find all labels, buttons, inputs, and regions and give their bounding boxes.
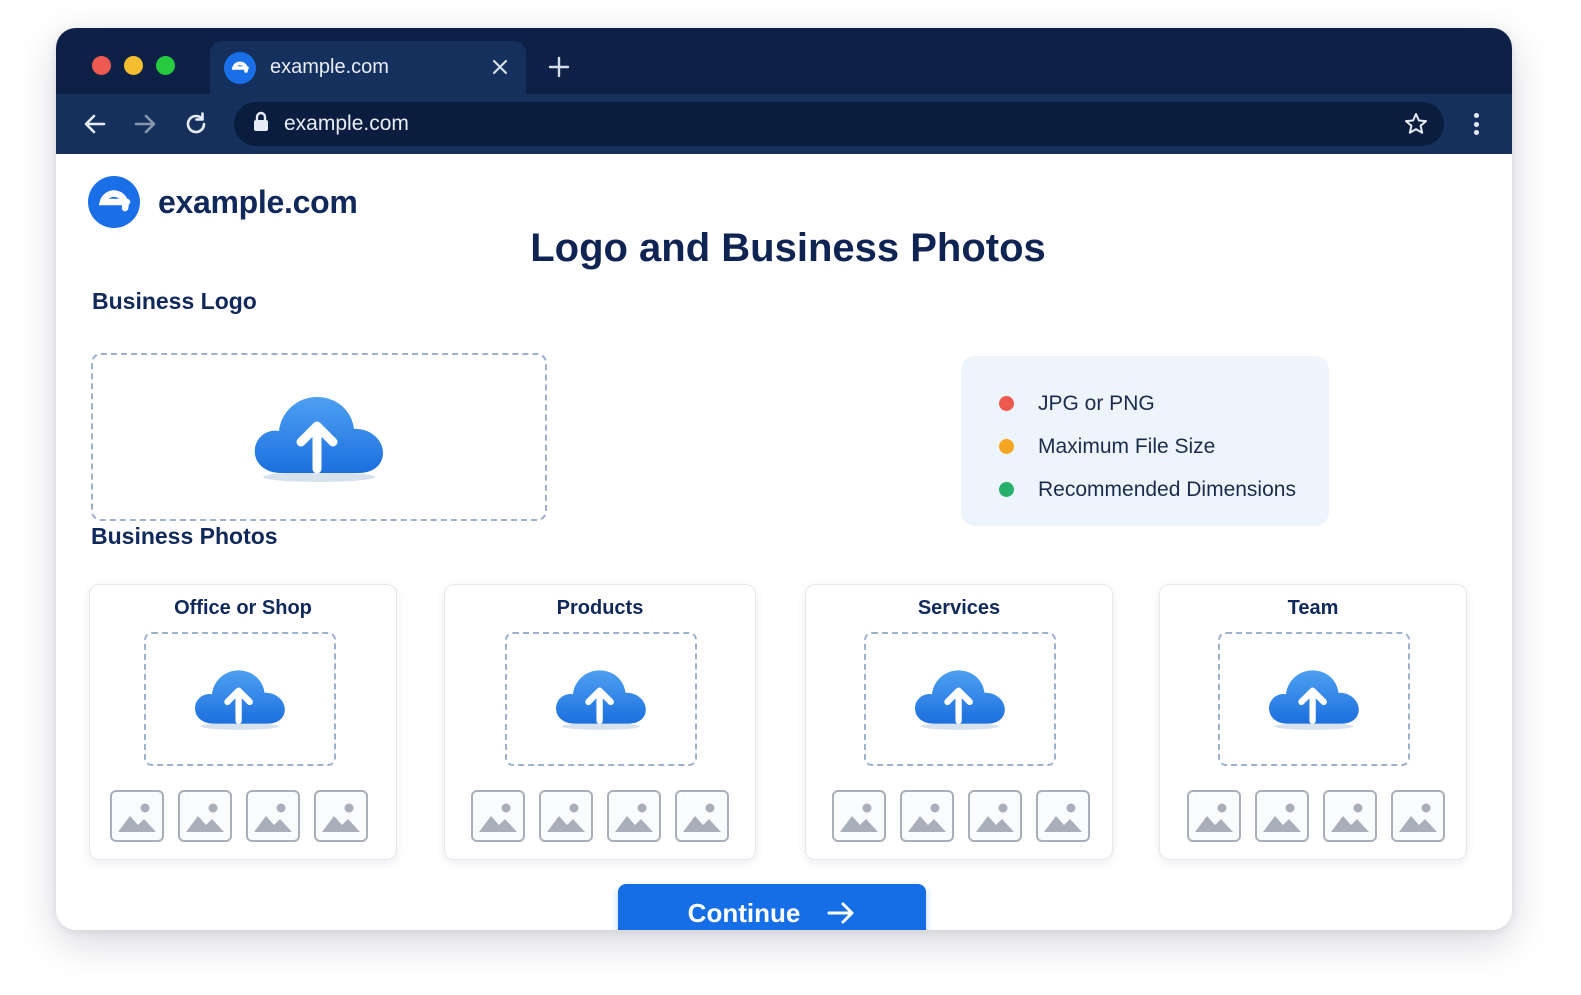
reload-icon[interactable]: [181, 109, 211, 139]
requirement-label: JPG or PNG: [1038, 391, 1155, 415]
photo-upload-dropzone[interactable]: [1218, 632, 1410, 766]
photo-thumbnails: [1187, 790, 1445, 842]
page-title: Logo and Business Photos: [530, 226, 1046, 270]
photo-category-card: Services: [805, 584, 1113, 860]
close-window-button[interactable]: [92, 56, 111, 75]
card-title: Team: [1287, 597, 1339, 619]
requirement-item: Recommended Dimensions: [999, 466, 1329, 513]
site-brand[interactable]: example.com: [88, 176, 358, 228]
cloud-upload-icon: [1266, 662, 1362, 737]
star-icon[interactable]: [1402, 110, 1430, 138]
continue-button[interactable]: Continue: [618, 884, 926, 930]
continue-label: Continue: [687, 897, 801, 928]
photo-category-card: Products: [444, 584, 756, 860]
requirement-label: Recommended Dimensions: [1038, 477, 1296, 501]
image-placeholder-icon[interactable]: [968, 790, 1022, 842]
image-placeholder-icon[interactable]: [1255, 790, 1309, 842]
requirement-item: Maximum File Size: [999, 423, 1329, 470]
business-photos-label: Business Photos: [91, 523, 278, 549]
status-dot: [999, 482, 1014, 497]
photo-thumbnails: [471, 790, 729, 842]
image-placeholder-icon[interactable]: [246, 790, 300, 842]
minimize-window-button[interactable]: [124, 56, 143, 75]
card-title: Office or Shop: [174, 597, 312, 619]
image-placeholder-icon[interactable]: [1187, 790, 1241, 842]
image-placeholder-icon[interactable]: [178, 790, 232, 842]
browser-tab[interactable]: example.com: [210, 41, 526, 94]
lock-icon: [252, 111, 270, 138]
e-logo-icon: [88, 176, 140, 228]
image-placeholder-icon[interactable]: [1391, 790, 1445, 842]
browser-toolbar: example.com: [56, 94, 1512, 154]
browser-window: example.com example.com example.com Logo…: [56, 28, 1512, 930]
file-requirements-panel: JPG or PNG Maximum File Size Recommended…: [961, 356, 1329, 526]
e-logo-icon: [224, 51, 256, 84]
arrow-left-icon[interactable]: [80, 109, 110, 139]
arrow-right-icon: [826, 901, 856, 925]
maximize-window-button[interactable]: [156, 56, 175, 75]
card-title: Products: [556, 597, 644, 619]
cloud-upload-icon: [553, 662, 649, 737]
status-dot: [999, 439, 1014, 454]
cloud-upload-icon: [912, 662, 1008, 737]
image-placeholder-icon[interactable]: [471, 790, 525, 842]
photo-category-card: Office or Shop: [89, 584, 397, 860]
address-bar[interactable]: example.com: [234, 102, 1444, 146]
plus-icon[interactable]: [544, 52, 574, 82]
photo-upload-dropzone[interactable]: [505, 632, 697, 766]
address-url: example.com: [284, 112, 409, 135]
requirement-item: JPG or PNG: [999, 380, 1329, 427]
business-logo-label: Business Logo: [92, 288, 257, 314]
photo-upload-dropzone[interactable]: [864, 632, 1056, 766]
tab-bar: example.com: [56, 28, 1512, 94]
photo-upload-dropzone[interactable]: [144, 632, 336, 766]
logo-upload-dropzone[interactable]: [91, 353, 547, 521]
page-content: example.com Logo and Business Photos Bus…: [56, 154, 1512, 930]
brand-name: example.com: [158, 183, 358, 220]
arrow-right-icon[interactable]: [130, 109, 160, 139]
image-placeholder-icon[interactable]: [607, 790, 661, 842]
image-placeholder-icon[interactable]: [1036, 790, 1090, 842]
photo-thumbnails: [832, 790, 1090, 842]
image-placeholder-icon[interactable]: [1323, 790, 1377, 842]
close-icon[interactable]: [488, 55, 512, 79]
image-placeholder-icon[interactable]: [314, 790, 368, 842]
image-placeholder-icon[interactable]: [832, 790, 886, 842]
image-placeholder-icon[interactable]: [539, 790, 593, 842]
card-title: Services: [917, 597, 1001, 619]
cloud-upload-icon: [251, 385, 387, 490]
image-placeholder-icon[interactable]: [675, 790, 729, 842]
tab-title: example.com: [270, 56, 389, 78]
image-placeholder-icon[interactable]: [110, 790, 164, 842]
photo-thumbnails: [110, 790, 368, 842]
requirement-label: Maximum File Size: [1038, 434, 1216, 458]
kebab-menu-icon[interactable]: [1464, 109, 1488, 139]
status-dot: [999, 396, 1014, 411]
image-placeholder-icon[interactable]: [900, 790, 954, 842]
cloud-upload-icon: [192, 662, 288, 737]
photo-category-card: Team: [1159, 584, 1467, 860]
